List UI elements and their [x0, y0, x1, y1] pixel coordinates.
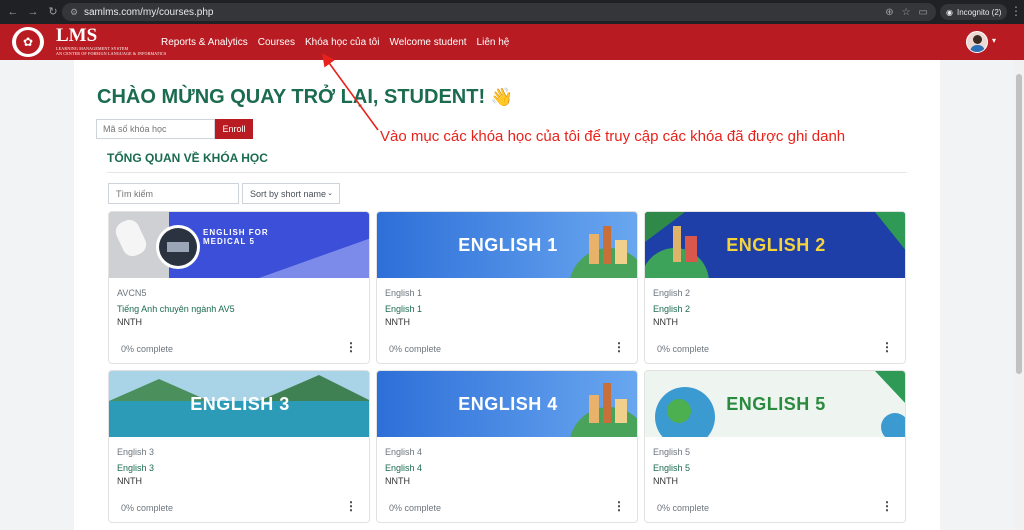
course-short-name: English 4	[385, 447, 423, 457]
incognito-label: Incognito (2)	[956, 7, 1002, 17]
course-banner[interactable]: ENGLISH 1	[377, 212, 637, 278]
course-progress: 0% complete	[657, 503, 710, 513]
instruction-annotation: Vào mục các khóa học của tôi để truy cập…	[380, 128, 846, 145]
course-menu-icon[interactable]: ⋮	[345, 499, 357, 513]
nav-link-my-courses[interactable]: Khóa học của tôi	[305, 37, 380, 48]
course-short-name: AVCN5	[117, 288, 147, 298]
course-progress: 0% complete	[657, 344, 710, 354]
course-overview-title: TỔNG QUAN VỀ KHÓA HỌC	[107, 151, 268, 165]
course-banner-title: ENGLISH 1	[458, 234, 558, 255]
course-banner[interactable]: ENGLISH 4	[377, 371, 637, 437]
course-menu-icon[interactable]: ⋮	[345, 340, 357, 354]
course-teacher: NNTH	[117, 317, 142, 327]
url-text: samlms.com/my/courses.php	[84, 6, 214, 18]
course-progress: 0% complete	[389, 503, 442, 513]
avatar-body	[970, 45, 985, 52]
course-name-link[interactable]: English 4	[385, 463, 422, 473]
course-menu-icon[interactable]: ⋮	[881, 340, 893, 354]
zoom-icon[interactable]: ⊕	[885, 7, 893, 18]
course-card[interactable]: ENGLISH 1 English 1 English 1 NNTH 0% co…	[376, 211, 638, 364]
course-banner-title: ENGLISH FOR MEDICAL 5	[203, 228, 269, 246]
welcome-heading: CHÀO MỪNG QUAY TRỞ LẠI, STUDENT! 👋	[97, 86, 513, 109]
course-name-link[interactable]: English 2	[653, 304, 690, 314]
logo-emblem-inner: ✿	[16, 30, 40, 54]
course-card[interactable]: ENGLISH 2 English 2 English 2 NNTH 0% co…	[644, 211, 906, 364]
course-name-link[interactable]: English 1	[385, 304, 422, 314]
course-short-name: English 2	[653, 288, 691, 298]
sort-dropdown-label: Sort by short name	[250, 189, 327, 199]
course-search-input[interactable]	[108, 183, 239, 204]
course-progress: 0% complete	[121, 344, 174, 354]
nav-link-welcome[interactable]: Welcome student	[389, 37, 466, 48]
page-scrollbar[interactable]	[1014, 60, 1024, 530]
course-banner[interactable]: ENGLISH 3	[109, 371, 369, 437]
course-banner[interactable]: ENGLISH 5	[645, 371, 905, 437]
sort-dropdown[interactable]: Sort by short name ⌄	[242, 183, 340, 204]
course-teacher: NNTH	[653, 317, 678, 327]
bookmark-star-icon[interactable]: ☆	[902, 7, 911, 18]
course-card[interactable]: ENGLISH 5 English 5 English 5 NNTH 0% co…	[644, 370, 906, 523]
chevron-down-icon: ⌄	[327, 190, 333, 197]
section-divider	[107, 172, 907, 173]
incognito-badge[interactable]: ◉ Incognito (2)	[940, 4, 1008, 20]
course-code-input[interactable]	[96, 119, 215, 139]
course-banner[interactable]: ENGLISH FOR MEDICAL 5	[109, 212, 369, 278]
scrollbar-thumb[interactable]	[1016, 74, 1022, 374]
nav-link-contact[interactable]: Liên hệ	[477, 37, 510, 48]
avatar-head	[973, 35, 982, 44]
course-banner-title: ENGLISH 2	[726, 234, 826, 255]
user-avatar[interactable]	[966, 31, 988, 53]
browser-toolbar: ← → ↻ ⚙ samlms.com/my/courses.php ⊕ ☆ ▭ …	[0, 0, 1024, 24]
tab-icon[interactable]: ▭	[919, 7, 928, 18]
course-name-link[interactable]: English 3	[117, 463, 154, 473]
reload-icon[interactable]: ↻	[46, 5, 60, 19]
nav-links: Reports & Analytics Courses Khóa học của…	[161, 24, 509, 60]
course-short-name: English 1	[385, 288, 423, 298]
course-name-link[interactable]: English 5	[653, 463, 690, 473]
course-card[interactable]: ENGLISH 4 English 4 English 4 NNTH 0% co…	[376, 370, 638, 523]
course-menu-icon[interactable]: ⋮	[613, 499, 625, 513]
enroll-button[interactable]: Enroll	[215, 119, 253, 139]
course-teacher: NNTH	[385, 476, 410, 486]
welcome-text: CHÀO MỪNG QUAY TRỞ LẠI, STUDENT!	[97, 86, 486, 108]
site-info-icon[interactable]: ⚙	[68, 6, 80, 18]
course-short-name: English 5	[653, 447, 691, 457]
course-name-link[interactable]: Tiếng Anh chuyên ngành AV5	[117, 304, 235, 314]
logo-subtitle-2: AN CENTER OF FOREIGN LANGUAGE & INFORMAT…	[56, 51, 167, 56]
forward-icon[interactable]: →	[26, 5, 40, 19]
browser-menu-icon[interactable]: ⋮	[1010, 4, 1022, 18]
address-bar[interactable]: ⚙ samlms.com/my/courses.php ⊕ ☆ ▭	[62, 3, 936, 21]
course-teacher: NNTH	[385, 317, 410, 327]
course-teacher: NNTH	[117, 476, 142, 486]
nav-link-reports[interactable]: Reports & Analytics	[161, 37, 248, 48]
course-banner-title: ENGLISH 4	[458, 393, 558, 414]
course-progress: 0% complete	[389, 344, 442, 354]
course-card[interactable]: ENGLISH 3 English 3 English 3 NNTH 0% co…	[108, 370, 370, 523]
course-short-name: English 3	[117, 447, 155, 457]
incognito-icon: ◉	[946, 7, 953, 17]
course-banner[interactable]: ENGLISH 2	[645, 212, 905, 278]
logo-text[interactable]: LMS LEARNING MANAGEMENT SYSTEM AN CENTER…	[56, 25, 167, 57]
nav-link-courses[interactable]: Courses	[258, 37, 295, 48]
logo-emblem[interactable]: ✿	[12, 27, 44, 57]
course-teacher: NNTH	[653, 476, 678, 486]
course-progress: 0% complete	[121, 503, 174, 513]
course-menu-icon[interactable]: ⋮	[881, 499, 893, 513]
course-banner-title: ENGLISH 5	[726, 393, 826, 414]
back-icon[interactable]: ←	[6, 5, 20, 19]
logo-title: LMS	[56, 25, 98, 46]
user-menu-chevron-icon[interactable]: ▾	[992, 36, 996, 45]
site-navbar: ✿ LMS LEARNING MANAGEMENT SYSTEM AN CENT…	[0, 24, 1024, 60]
course-card[interactable]: ENGLISH FOR MEDICAL 5 AVCN5 Tiếng Anh ch…	[108, 211, 370, 364]
course-banner-title: ENGLISH 3	[190, 393, 290, 414]
wave-emoji: 👋	[490, 87, 514, 107]
course-menu-icon[interactable]: ⋮	[613, 340, 625, 354]
